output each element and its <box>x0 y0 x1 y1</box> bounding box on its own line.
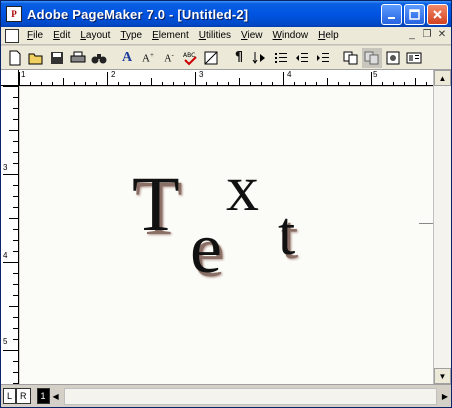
ruler-mark-1: 1 <box>21 70 26 79</box>
subscript-icon: A- <box>164 50 174 65</box>
artwork-letter-t-upper[interactable]: T <box>132 159 180 249</box>
superscript-button[interactable]: A+ <box>138 48 158 68</box>
indent-tabs-button[interactable] <box>250 48 270 68</box>
new-document-icon <box>9 50 21 65</box>
paragraph-button[interactable]: ¶ <box>229 48 249 68</box>
doc-close-button[interactable]: ✕ <box>435 29 449 42</box>
close-button[interactable] <box>427 4 448 25</box>
place-button[interactable] <box>383 48 403 68</box>
ruler-mark-3: 3 <box>199 70 204 79</box>
ruler-mark-4: 4 <box>287 70 292 79</box>
artwork-letter-x[interactable]: x <box>226 151 259 227</box>
open-button[interactable] <box>26 48 46 68</box>
menu-view[interactable]: View <box>236 30 268 41</box>
place-image-icon <box>386 51 400 64</box>
decrease-indent-button[interactable] <box>292 48 312 68</box>
horizontal-ruler[interactable]: 1 2 3 4 5 <box>19 70 433 86</box>
ruler-origin[interactable] <box>1 70 19 86</box>
menu-type[interactable]: Type <box>115 30 147 41</box>
artwork-letter-e[interactable]: e <box>190 207 222 290</box>
spellcheck-icon: ABC <box>183 52 197 65</box>
doc-restore-button[interactable]: ❐ <box>420 29 434 42</box>
ruler-mark-4-vertical: 4 <box>3 251 8 260</box>
letter-a-icon: A <box>121 49 133 65</box>
bullets-button[interactable] <box>271 48 291 68</box>
superscript-icon: A+ <box>142 50 154 65</box>
minimize-button[interactable] <box>381 4 402 25</box>
horizontal-ruler-ticks <box>19 72 427 86</box>
open-folder-icon <box>28 53 43 64</box>
ruler-mark-3-vertical: 3 <box>3 163 8 172</box>
colors-palette-icon <box>364 51 379 64</box>
menu-edit[interactable]: Edit <box>48 30 75 41</box>
toolbar: A A+ A- ABC ¶ <box>1 46 451 70</box>
menu-bar: File Edit Layout Type Element Utilities … <box>1 27 451 45</box>
menu-help[interactable]: Help <box>313 30 344 41</box>
frame-icon <box>204 51 218 64</box>
character-format-button[interactable]: A <box>117 48 137 68</box>
maximize-icon <box>409 9 420 20</box>
find-button[interactable] <box>89 48 109 68</box>
scroll-left-button[interactable]: ◀ <box>50 388 62 404</box>
menu-window[interactable]: Window <box>268 30 314 41</box>
spelling-button[interactable]: ABC <box>180 48 200 68</box>
svg-text:ABC: ABC <box>183 52 195 59</box>
print-button[interactable] <box>68 48 88 68</box>
styles-button[interactable] <box>341 48 361 68</box>
doc-minimize-button[interactable]: _ <box>405 29 419 42</box>
bullet-list-icon <box>275 52 287 63</box>
artwork-letter-t[interactable]: t <box>278 199 295 270</box>
publication-icon <box>406 52 422 63</box>
toolbar-separator <box>222 48 228 68</box>
subscript-button[interactable]: A- <box>159 48 179 68</box>
printer-icon <box>70 51 86 62</box>
outdent-icon <box>296 52 308 62</box>
scroll-right-button[interactable]: ▶ <box>439 388 451 404</box>
margin-guide <box>419 223 433 224</box>
scroll-up-button[interactable]: ▲ <box>434 70 451 86</box>
ruler-mark-2: 2 <box>111 70 116 79</box>
minimize-icon <box>387 16 395 19</box>
maximize-button[interactable] <box>404 4 425 25</box>
vertical-scrollbar[interactable]: ▲ ▼ <box>433 70 451 384</box>
pilcrow-icon: ¶ <box>234 50 244 65</box>
page-navigation-bar: L R 1 ◀ ▶ <box>1 384 451 407</box>
ruler-mark-5: 5 <box>373 70 378 79</box>
horizontal-scrollbar[interactable] <box>63 387 437 405</box>
pasteboard-canvas[interactable]: T e x t <box>20 87 433 384</box>
increase-indent-button[interactable] <box>313 48 333 68</box>
save-button[interactable] <box>47 48 67 68</box>
ruler-mark-5-vertical: 5 <box>3 337 8 346</box>
left-master-page[interactable]: L <box>3 388 17 404</box>
title-bar[interactable]: P Adobe PageMaker 7.0 - [Untitled-2] <box>1 1 451 27</box>
page-1-icon[interactable]: 1 <box>36 388 50 404</box>
indent-icon <box>317 52 329 62</box>
publication-button[interactable] <box>404 48 424 68</box>
vertical-ruler[interactable]: 3 4 5 <box>1 86 19 384</box>
binoculars-icon <box>91 53 107 63</box>
toolbar-separator <box>110 48 116 68</box>
menu-layout[interactable]: Layout <box>75 30 115 41</box>
new-document-button[interactable] <box>5 48 25 68</box>
window-controls <box>381 4 448 25</box>
colors-button[interactable] <box>362 47 382 68</box>
save-disk-icon <box>51 51 63 64</box>
styles-palette-icon <box>343 51 358 64</box>
right-master-page[interactable]: R <box>16 388 31 404</box>
frame-button[interactable] <box>201 48 221 68</box>
toolbar-separator <box>334 48 340 68</box>
menu-file[interactable]: File <box>22 30 48 41</box>
window-title: Adobe PageMaker 7.0 - [Untitled-2] <box>27 6 249 22</box>
scroll-down-button[interactable]: ▼ <box>434 368 451 384</box>
document-controls: _ ❐ ✕ <box>405 29 449 42</box>
pagemaker-window: P Adobe PageMaker 7.0 - [Untitled-2] Fil… <box>0 0 452 408</box>
menu-element[interactable]: Element <box>147 30 194 41</box>
close-icon <box>433 10 442 19</box>
pagemaker-app-icon[interactable]: P <box>6 6 22 22</box>
menu-utilities[interactable]: Utilities <box>194 30 236 41</box>
indent-tabs-icon <box>252 51 265 64</box>
document-icon[interactable] <box>5 28 19 43</box>
